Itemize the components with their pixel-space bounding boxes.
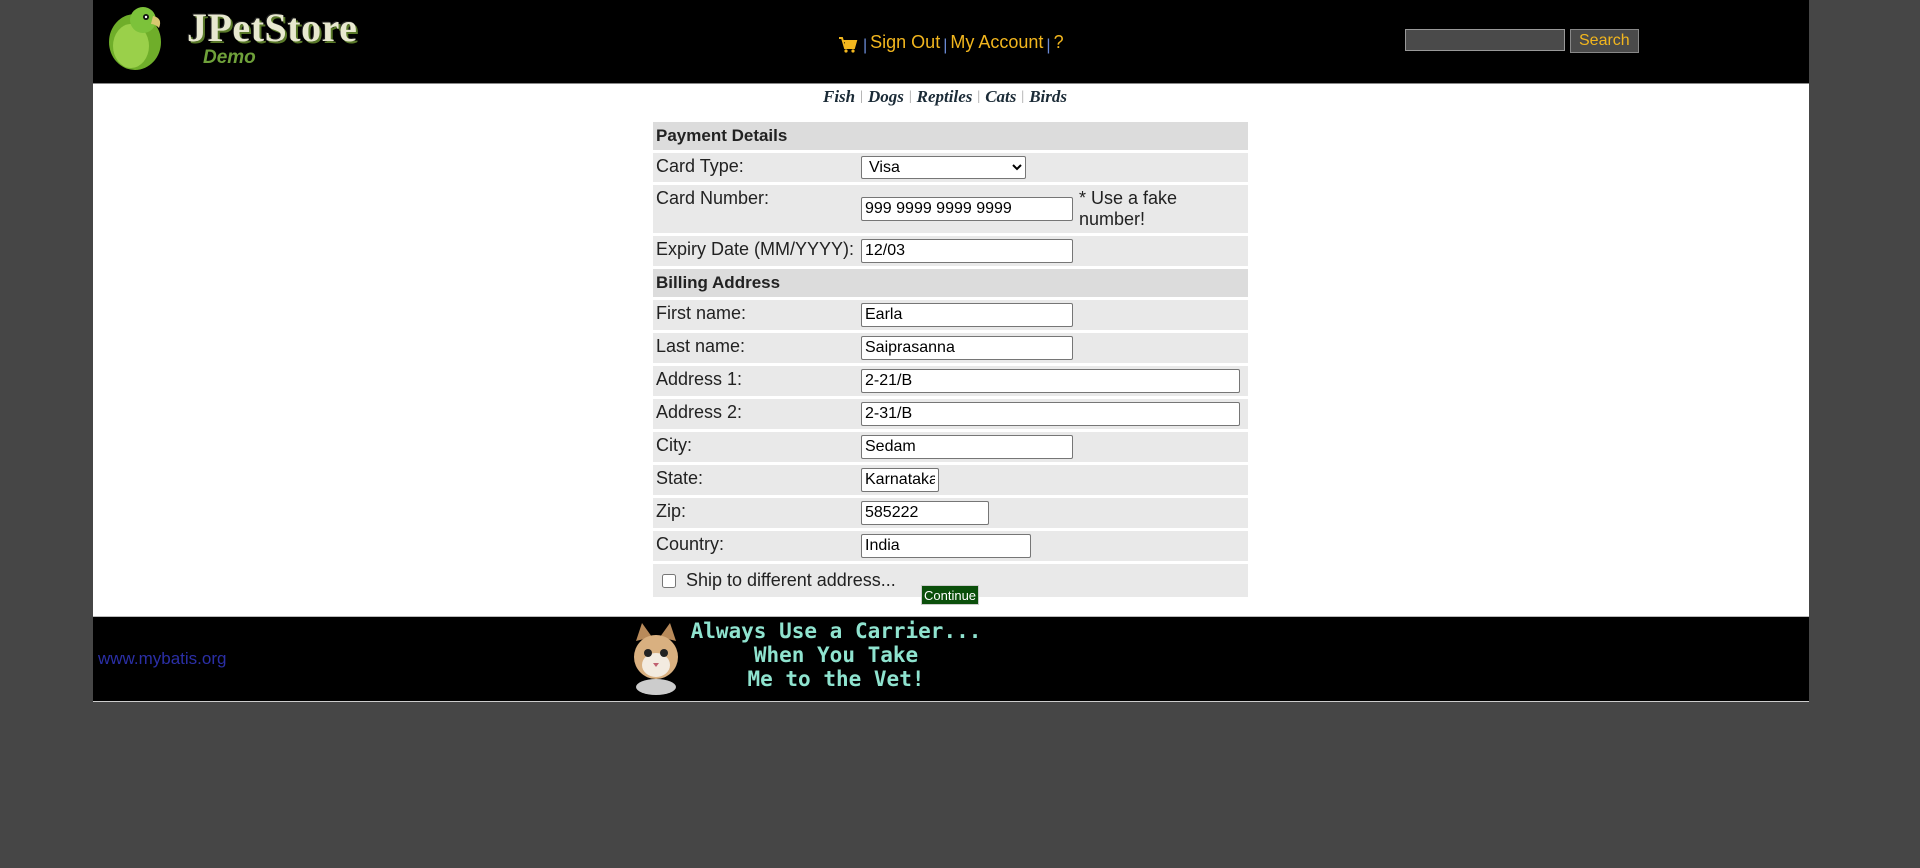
zip-field[interactable] (861, 501, 989, 525)
search-button[interactable]: Search (1570, 29, 1639, 53)
header: JPetStore Demo | Sign Out | My Account |… (93, 0, 1809, 84)
cart-icon[interactable] (838, 36, 858, 54)
payment-details-header: Payment Details (653, 122, 1248, 150)
logo[interactable]: JPetStore Demo (103, 2, 373, 72)
card-number-row: Card Number: * Use a fake number! (653, 185, 1248, 233)
city-row: City: (653, 432, 1248, 462)
logo-title: JPetStore (187, 5, 358, 50)
quicklink-separator: | (908, 89, 912, 104)
address1-field[interactable] (861, 369, 1240, 393)
address1-label: Address 1: (656, 369, 743, 389)
card-number-field[interactable] (861, 197, 1073, 221)
menu-separator: | (943, 37, 948, 54)
last-name-label: Last name: (656, 336, 746, 356)
state-row: State: (653, 465, 1248, 495)
cat-icon (634, 623, 678, 695)
city-label: City: (656, 435, 692, 455)
sign-out-link[interactable]: Sign Out (870, 32, 940, 53)
my-account-link[interactable]: My Account (950, 32, 1043, 53)
state-field[interactable] (861, 468, 939, 492)
category-quicklinks: Fish | Dogs | Reptiles | Cats | Birds (823, 86, 1067, 108)
logo-subtitle: Demo (203, 47, 256, 68)
parrot-icon (109, 7, 161, 70)
quicklink-separator: | (860, 89, 863, 104)
expiry-date-label: Expiry Date (MM/YYYY): (656, 239, 855, 259)
address2-row: Address 2: (653, 399, 1248, 429)
last-name-field[interactable] (861, 336, 1073, 360)
banner-line: Always Use a Carrier... (690, 619, 982, 643)
card-type-select[interactable]: Visa (861, 156, 1026, 179)
mybatis-link[interactable]: www.mybatis.org (98, 649, 226, 669)
order-form: Payment Details Card Type: Visa Card Num… (653, 122, 1248, 597)
country-row: Country: (653, 531, 1248, 561)
quicklink-dogs[interactable]: Dogs (868, 87, 904, 107)
banner-line: Me to the Vet! (747, 667, 925, 691)
last-name-row: Last name: (653, 333, 1248, 363)
expiry-date-field[interactable] (861, 239, 1073, 263)
ship-different-label: Ship to different address... (686, 570, 896, 590)
banner-ad[interactable]: Always Use a Carrier... When You Take Me… (624, 617, 984, 697)
ship-different-checkbox[interactable] (662, 573, 676, 588)
menu-separator: | (863, 37, 868, 54)
first-name-field[interactable] (861, 303, 1073, 327)
billing-address-header: Billing Address (653, 269, 1248, 297)
zip-label: Zip: (656, 501, 687, 521)
quicklink-separator: | (1021, 89, 1025, 104)
address2-label: Address 2: (656, 402, 743, 422)
card-number-note: * Use a fake number! (1079, 188, 1178, 229)
card-type-row: Card Type: Visa (653, 153, 1248, 182)
quicklink-cats[interactable]: Cats (985, 87, 1016, 107)
banner-line: When You Take (753, 643, 919, 667)
first-name-row: First name: (653, 300, 1248, 330)
quicklink-separator: | (977, 89, 981, 104)
menu-separator: | (1046, 37, 1051, 54)
search-input[interactable] (1405, 29, 1565, 51)
footer: www.mybatis.org Always Use a Carrier... … (93, 616, 1809, 702)
country-field[interactable] (861, 534, 1031, 558)
continue-button[interactable]: Continue (921, 585, 980, 605)
banner-text: Always Use a Carrier... When You Take Me… (686, 619, 986, 691)
quicklink-birds[interactable]: Birds (1029, 87, 1067, 107)
state-label: State: (656, 468, 704, 488)
card-type-label: Card Type: (656, 156, 744, 176)
quicklink-fish[interactable]: Fish (823, 87, 855, 107)
card-number-label: Card Number: (656, 188, 770, 208)
first-name-label: First name: (656, 303, 747, 323)
city-field[interactable] (861, 435, 1073, 459)
quicklink-reptiles[interactable]: Reptiles (917, 87, 973, 107)
search-form: Search (1405, 29, 1639, 53)
page-container: JPetStore Demo | Sign Out | My Account |… (93, 0, 1809, 702)
header-menu: | Sign Out | My Account | ? (838, 30, 1064, 54)
zip-row: Zip: (653, 498, 1248, 528)
address2-field[interactable] (861, 402, 1240, 426)
country-label: Country: (656, 534, 725, 554)
expiry-date-row: Expiry Date (MM/YYYY): (653, 236, 1248, 266)
help-link[interactable]: ? (1054, 32, 1064, 53)
address1-row: Address 1: (653, 366, 1248, 396)
